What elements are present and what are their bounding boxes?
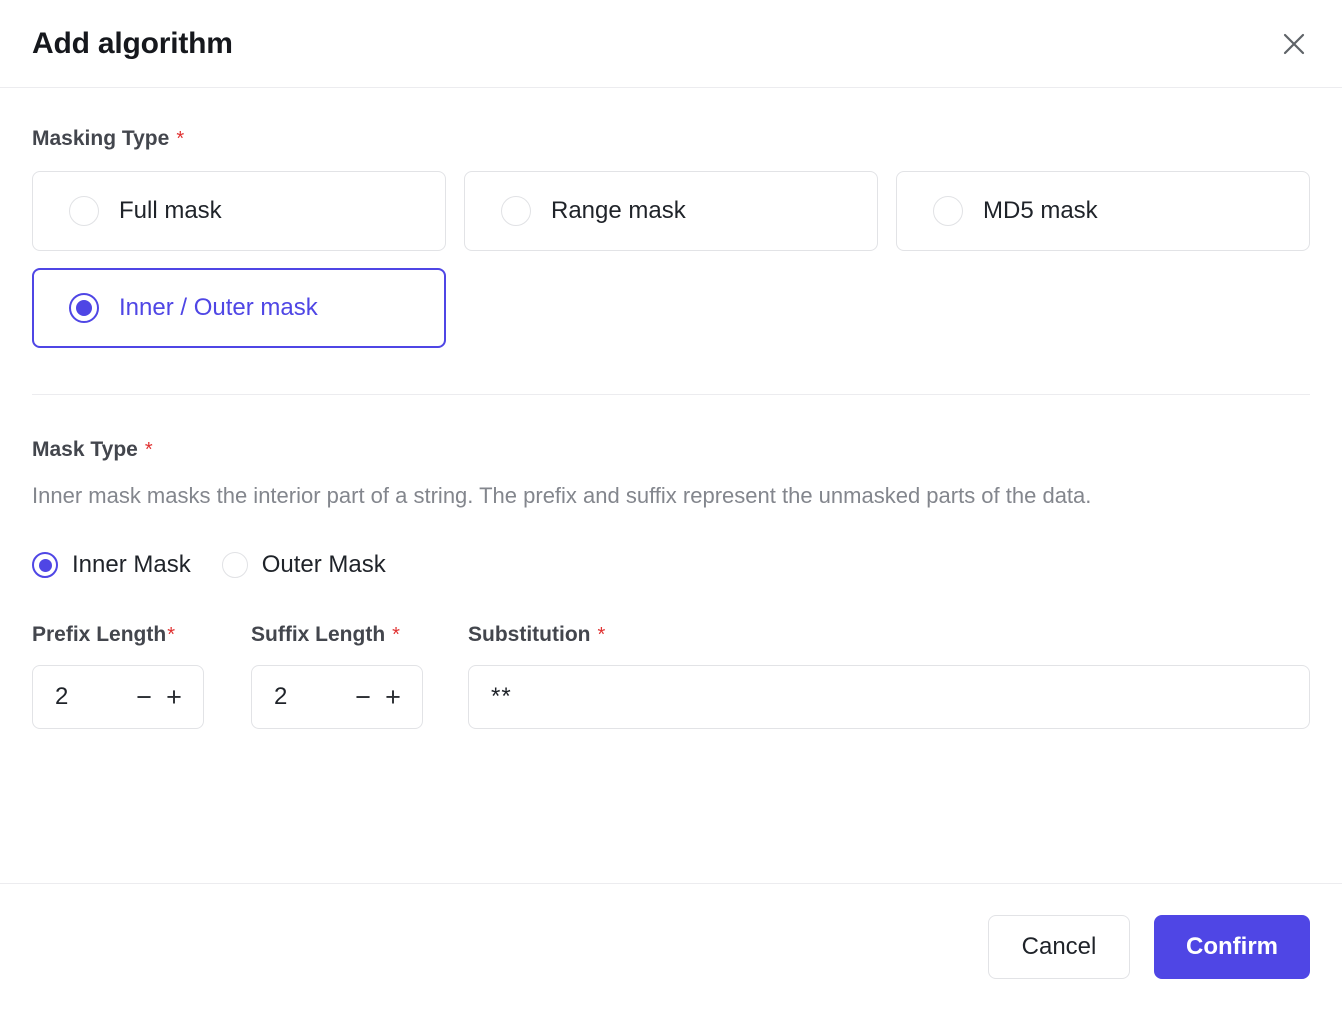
radio-unchecked-icon <box>501 196 531 226</box>
suffix-length-decrement-button[interactable]: − <box>348 677 378 717</box>
masking-option-range-mask[interactable]: Range mask <box>464 171 878 251</box>
mask-parameters-row: Prefix Length * 2 − + Suffix Length * 2 … <box>32 623 1310 729</box>
masking-type-label: Masking Type * <box>32 127 1310 151</box>
dialog-body: Masking Type * Full mask Range mask MD5 … <box>0 88 1342 883</box>
mask-type-option-inner-mask[interactable]: Inner Mask <box>32 551 191 579</box>
prefix-length-label-text: Prefix Length <box>32 623 167 646</box>
close-button[interactable] <box>1274 24 1314 64</box>
prefix-length-input[interactable]: 2 <box>55 683 129 711</box>
mask-type-option-label: Outer Mask <box>261 551 386 578</box>
radio-unchecked-icon <box>221 552 248 578</box>
dialog-header: Add algorithm <box>0 0 1342 88</box>
add-algorithm-dialog: Add algorithm Masking Type * Full mask R… <box>0 0 1342 1010</box>
masking-type-section: Masking Type * Full mask Range mask MD5 … <box>32 88 1310 348</box>
masking-option-full-mask[interactable]: Full mask <box>32 171 446 251</box>
mask-type-options: Inner Mask Outer Mask <box>32 551 1310 579</box>
substitution-label-text: Substitution <box>468 623 591 646</box>
masking-option-label: Range mask <box>551 197 686 224</box>
substitution-field[interactable]: ** <box>468 665 1310 729</box>
mask-type-section: Mask Type * Inner mask masks the interio… <box>32 395 1310 729</box>
mask-type-option-outer-mask[interactable]: Outer Mask <box>221 551 386 579</box>
prefix-length-stepper[interactable]: 2 − + <box>32 665 204 729</box>
radio-checked-icon <box>32 552 58 578</box>
masking-option-inner-outer-mask[interactable]: Inner / Outer mask <box>32 268 446 348</box>
masking-type-options: Full mask Range mask MD5 mask Inner / Ou… <box>32 171 1310 348</box>
required-asterisk: * <box>144 439 153 461</box>
suffix-length-input[interactable]: 2 <box>274 683 348 711</box>
masking-option-label: Inner / Outer mask <box>119 294 318 321</box>
masking-option-md5-mask[interactable]: MD5 mask <box>896 171 1310 251</box>
confirm-button[interactable]: Confirm <box>1154 915 1310 979</box>
suffix-length-group: Suffix Length * 2 − + <box>251 623 423 729</box>
required-asterisk: * <box>167 624 175 646</box>
prefix-length-label: Prefix Length * <box>32 623 204 647</box>
prefix-length-group: Prefix Length * 2 − + <box>32 623 204 729</box>
substitution-input[interactable]: ** <box>491 683 512 711</box>
required-asterisk: * <box>392 624 400 646</box>
suffix-length-increment-button[interactable]: + <box>378 677 408 717</box>
masking-option-label: Full mask <box>119 197 222 224</box>
page-title: Add algorithm <box>32 26 233 60</box>
mask-type-label-text: Mask Type <box>32 438 138 461</box>
radio-unchecked-icon <box>933 196 963 226</box>
prefix-length-increment-button[interactable]: + <box>159 677 189 717</box>
suffix-length-stepper[interactable]: 2 − + <box>251 665 423 729</box>
radio-unchecked-icon <box>69 196 99 226</box>
masking-type-label-text: Masking Type <box>32 127 170 150</box>
dialog-footer: Cancel Confirm <box>0 883 1342 1010</box>
mask-type-description: Inner mask masks the interior part of a … <box>32 483 1092 508</box>
required-asterisk: * <box>176 128 185 150</box>
radio-checked-icon <box>69 293 99 323</box>
suffix-length-label-text: Suffix Length <box>251 623 386 646</box>
substitution-group: Substitution * ** <box>468 623 1310 729</box>
masking-option-label: MD5 mask <box>983 197 1098 224</box>
mask-type-label: Mask Type * <box>32 438 1310 462</box>
prefix-length-decrement-button[interactable]: − <box>129 677 159 717</box>
required-asterisk: * <box>597 624 606 646</box>
suffix-length-label: Suffix Length * <box>251 623 423 647</box>
cancel-button[interactable]: Cancel <box>988 915 1130 979</box>
close-icon <box>1280 30 1308 58</box>
mask-type-option-label: Inner Mask <box>72 551 191 578</box>
substitution-label: Substitution * <box>468 623 1310 647</box>
